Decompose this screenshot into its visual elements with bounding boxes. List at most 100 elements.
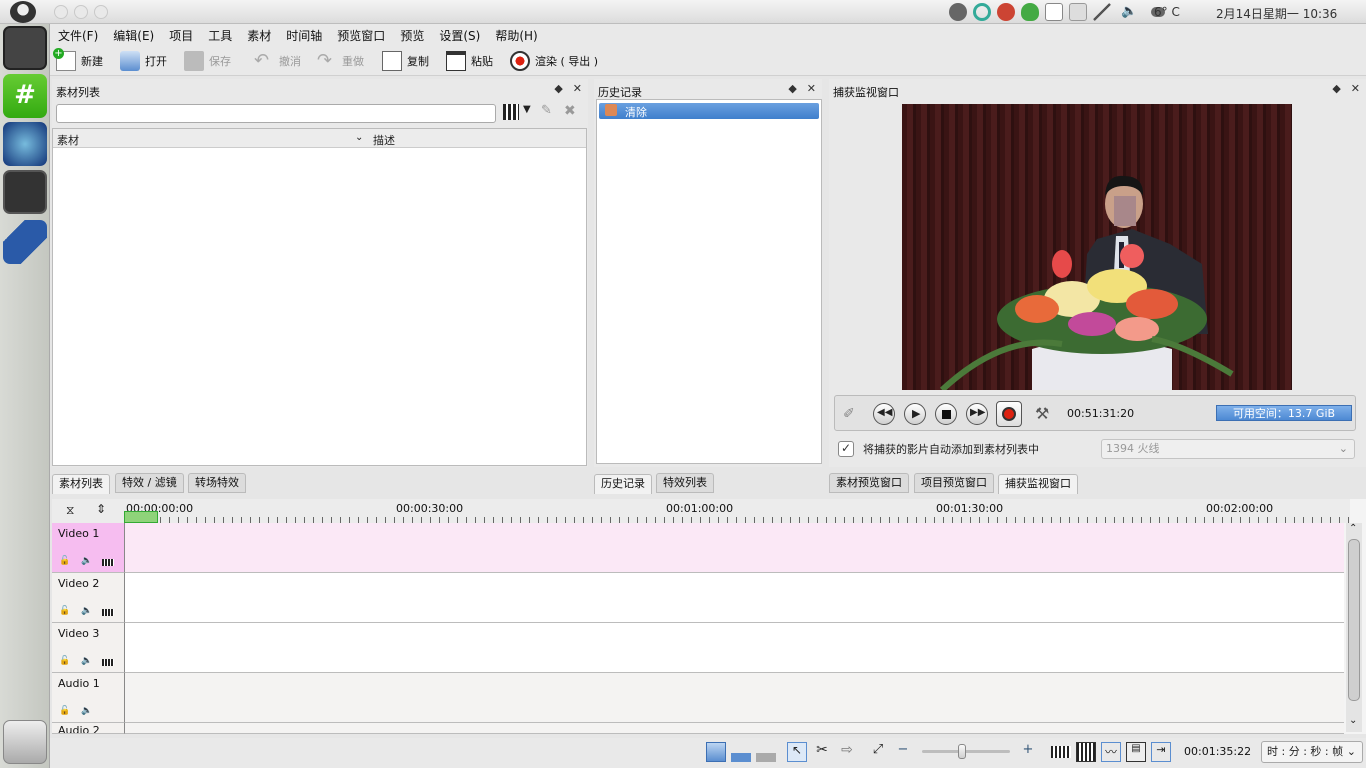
video-thumbnails-icon[interactable] [1051,746,1071,758]
rewind-button[interactable]: ◀◀ [873,403,895,425]
tab-effect-list[interactable]: 特效列表 [656,473,714,493]
overwrite-mode-icon[interactable] [706,742,726,762]
auto-add-option[interactable]: 将捕获的影片自动添加到素材列表中 [838,441,1039,457]
collapse-tracks-icon[interactable]: ⧖ [66,503,74,518]
stop-button[interactable] [935,403,957,425]
show-thumbnails-icon[interactable] [1076,742,1096,762]
timecode-format-select[interactable]: 时 : 分 : 秒 : 帧 ⌄ [1261,741,1363,763]
menu-preview[interactable]: 预览 [392,24,431,44]
network-icon[interactable] [973,3,991,21]
capture-device-select[interactable]: 1394 火线 ⌄ [1101,439,1355,459]
tab-capture-monitor[interactable]: 捕获监视窗口 [998,474,1078,494]
mute-icon[interactable]: 🔈 [81,656,92,666]
spacer-tool-icon[interactable]: ⇨ [837,742,857,762]
window-close-button[interactable] [54,5,68,19]
paste-button[interactable]: 粘贴 [446,50,493,72]
media-app-icon[interactable] [3,220,47,264]
record-button[interactable] [996,401,1022,427]
gimp-app-icon[interactable] [3,26,47,70]
video-visible-icon[interactable] [102,659,114,666]
menu-monitor[interactable]: 预览窗口 [329,24,392,44]
auto-add-checkbox[interactable] [838,441,854,457]
menu-timeline[interactable]: 时间轴 [278,24,329,44]
tab-effects[interactable]: 特效 / 滤镜 [115,473,184,493]
sync-icon[interactable] [949,3,967,21]
track-head-audio-2[interactable]: Audio 2 [52,723,124,734]
track-lane-video-2[interactable] [124,573,1344,623]
document-icon[interactable] [1045,3,1063,21]
track-lane-audio-2[interactable] [124,723,1344,734]
fast-forward-button[interactable]: ▶▶ [966,403,988,425]
track-lane-video-1[interactable] [124,523,1344,573]
float-icon[interactable]: ◆ [1332,82,1340,95]
select-tool-icon[interactable]: ↖ [787,742,807,762]
clip-search-input[interactable] [56,104,496,123]
lock-icon[interactable]: 🔓 [59,556,70,566]
weather-temperature[interactable]: 6° C [1154,5,1180,19]
ripple-mode-icon[interactable] [756,742,776,762]
keyboard-icon[interactable] [1069,3,1087,21]
snap-icon[interactable]: ⇥ [1151,742,1171,762]
close-icon[interactable]: ✕ [807,82,816,95]
trash-icon[interactable] [3,720,47,764]
timeline-ruler[interactable]: 00:00:00:00 00:00:30:00 00:01:00:00 00:0… [124,499,1350,523]
float-icon[interactable]: ◆ [788,82,796,95]
tab-transitions[interactable]: 转场特效 [188,473,246,493]
track-head-video-3[interactable]: Video 3 🔓 🔈 [52,623,124,673]
delete-clip-icon[interactable]: ✖ [564,103,576,119]
scrollbar-thumb[interactable] [1348,539,1360,701]
zoom-in-icon[interactable]: + [1018,742,1038,762]
track-lane-audio-1[interactable] [124,673,1344,723]
clock[interactable]: 2月14日星期一 10:36 [1216,5,1337,22]
video-visible-icon[interactable] [102,559,114,566]
undo-button[interactable]: ↶ 撤消 [254,50,301,72]
tab-project-monitor[interactable]: 项目预览窗口 [914,473,994,493]
mute-icon[interactable]: 🔈 [81,706,92,716]
timeline-vertical-scrollbar[interactable]: ⌃ ⌄ [1346,523,1362,732]
menu-help[interactable]: 帮助(H) [487,24,544,44]
track-lane-video-3[interactable] [124,623,1344,673]
pen-icon[interactable] [1093,3,1111,21]
audio-waveform-icon[interactable]: 〰 [1101,742,1121,762]
redo-button[interactable]: ↷ 重做 [317,50,364,72]
fit-zoom-icon[interactable]: ⤢ [868,742,888,762]
play-button[interactable]: ▶ [904,403,926,425]
lock-icon[interactable]: 🔓 [59,706,70,716]
column-clip[interactable]: 素材 [57,132,79,148]
zoom-slider-handle[interactable] [958,744,966,759]
pinwheel-app-icon[interactable] [3,122,47,166]
history-item[interactable]: 清除 [599,103,819,119]
menu-edit[interactable]: 编辑(E) [105,24,161,44]
close-icon[interactable]: ✕ [573,82,582,95]
menu-clip[interactable]: 素材 [239,24,278,44]
close-icon[interactable]: ✕ [1351,82,1360,95]
window-maximize-button[interactable] [94,5,108,19]
window-minimize-button[interactable] [74,5,88,19]
track-head-audio-1[interactable]: Audio 1 🔓 🔈 [52,673,124,723]
lock-icon[interactable]: 🔓 [59,606,70,616]
tab-history[interactable]: 历史记录 [594,474,652,494]
power-icon[interactable] [997,3,1015,21]
insert-mode-icon[interactable] [731,742,751,762]
tab-clip-monitor[interactable]: 素材预览窗口 [829,473,909,493]
track-head-video-2[interactable]: Video 2 🔓 🔈 [52,573,124,623]
show-markers-icon[interactable]: ▤ [1126,742,1146,762]
tab-clip-list[interactable]: 素材列表 [52,474,110,494]
settings-tools-icon[interactable]: ⚒ [1035,404,1049,423]
copy-button[interactable]: 复制 [382,50,429,72]
lock-icon[interactable]: 🔓 [59,656,70,666]
menu-tools[interactable]: 工具 [200,24,239,44]
open-button[interactable]: 打开 [120,50,167,72]
playhead-zone-marker[interactable] [124,511,158,523]
volume-icon[interactable]: 🔈 [1121,3,1139,21]
expand-tracks-icon[interactable]: ⇕ [96,502,106,516]
render-button[interactable]: 渲染 ( 导出 ) [510,50,598,72]
new-button[interactable]: + 新建 [53,48,103,72]
scroll-up-icon[interactable]: ⌃ [1349,523,1357,534]
add-clip-icon[interactable] [503,104,519,120]
save-button[interactable]: 保存 [184,50,231,72]
zoom-out-icon[interactable]: − [893,742,913,762]
float-icon[interactable]: ◆ [554,82,562,95]
mute-icon[interactable]: 🔈 [81,556,92,566]
leaf-icon[interactable] [1021,3,1039,21]
